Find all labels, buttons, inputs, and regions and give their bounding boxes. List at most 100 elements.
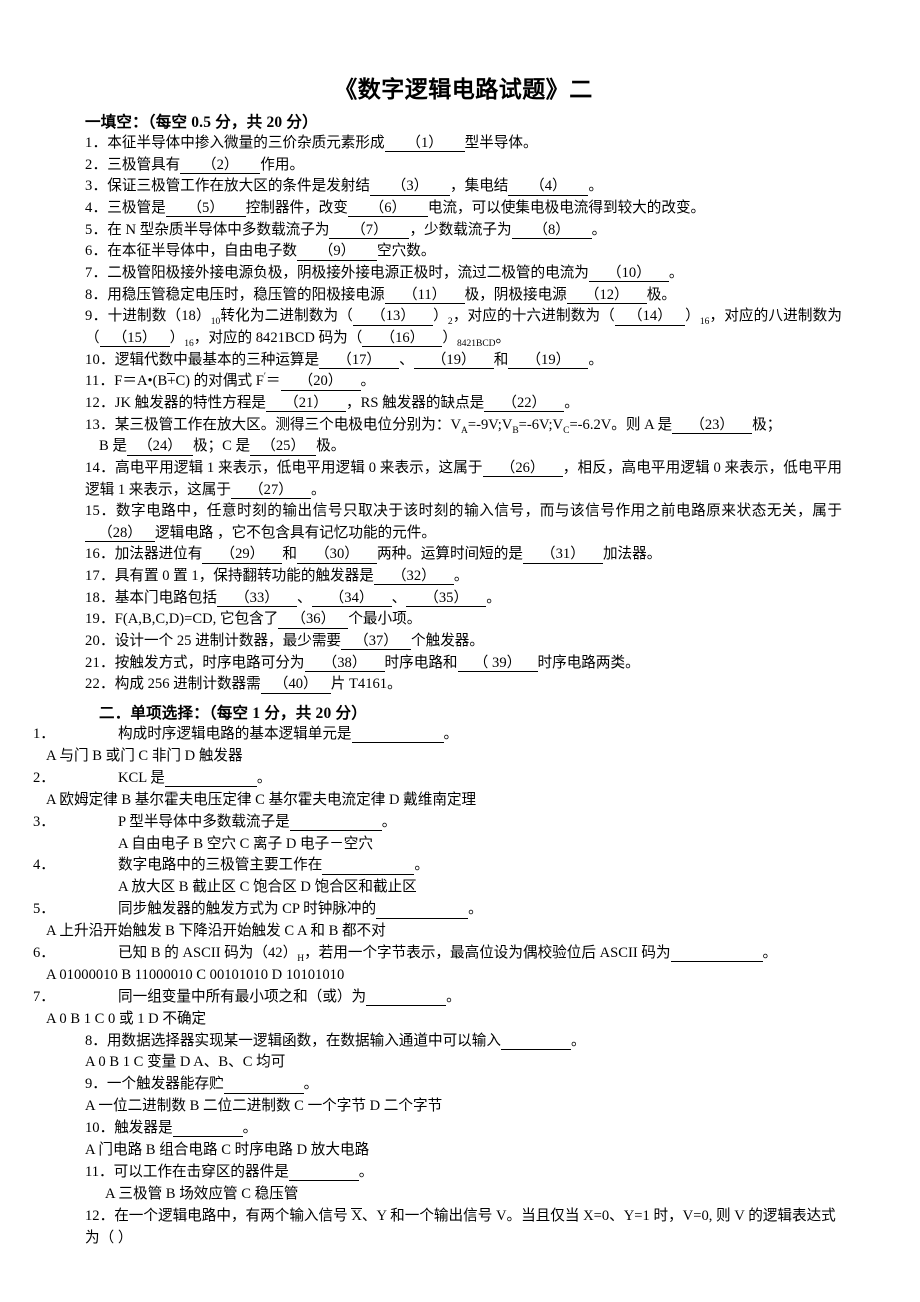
question-text: 设计一个 25 进制计数器，最少需要	[114, 633, 342, 650]
question-text: 构成 256 进制计数器需	[114, 676, 261, 693]
option-row[interactable]: A 一位二进制数 B 二位二进制数 C 一个字节 D 二个字节	[33, 1096, 842, 1118]
question-text: 基本门电路包括	[114, 589, 217, 606]
answer-blank[interactable]: （31）	[522, 547, 603, 564]
answer-blank[interactable]: （7）	[329, 222, 410, 239]
answer-blank[interactable]: （4）	[508, 178, 589, 196]
answer-blank[interactable]: （ 39）	[457, 655, 538, 673]
option-row[interactable]: A 0 B 1 C 0 或 1 D 不确定	[33, 1009, 842, 1031]
stem-text: P 型半导体中多数载流子是	[118, 813, 290, 830]
answer-blank[interactable]: （15）	[99, 330, 170, 348]
question-number: 4．	[85, 199, 108, 216]
answer-blank[interactable]: （28）	[85, 525, 155, 543]
answer-blank[interactable]: （36）	[278, 612, 349, 629]
question-number: 11．	[85, 373, 115, 390]
answer-blank[interactable]: （32）	[373, 568, 454, 586]
answer-blank[interactable]	[172, 1121, 243, 1138]
answer-blank[interactable]: （38）	[304, 655, 385, 673]
answer-blank[interactable]: （23）	[672, 417, 753, 434]
q13-t3: =-6V;V	[518, 416, 564, 433]
fill-question-transistor-potentials: 13．某三极管工作在放大区。测得三个电极电位分别为：VA=-9V;VB=-6V;…	[85, 415, 842, 437]
question-text-after: 。	[591, 221, 607, 238]
fill-question: 6．在本征半导体中，自由电子数 （9） 空穴数。	[85, 241, 842, 263]
answer-blank[interactable]: （17）	[319, 352, 400, 369]
option-row[interactable]: A 0 B 1 C 变量 D A、B、C 均可	[33, 1052, 842, 1074]
question-text: JK 触发器的特性方程是	[114, 394, 267, 411]
question-number: 16．	[85, 546, 115, 563]
q9-sub-bcd: 8421BCD	[456, 338, 496, 349]
va-subscript: A	[461, 425, 468, 436]
question-stem: 数字电路中的三极管主要工作在 。	[33, 855, 842, 877]
answer-blank[interactable]: （1）	[384, 135, 465, 153]
answer-blank[interactable]	[366, 990, 447, 1007]
option-row[interactable]: A 与门 B 或门 C 非门 D 触发器	[33, 746, 842, 768]
answer-blank[interactable]: （14）	[614, 308, 685, 326]
answer-blank[interactable]: （33）	[216, 590, 297, 608]
option-row[interactable]: A 上升沿开始触发 B 下降沿开始触发 C A 和 B 都不对	[33, 921, 842, 943]
overline-variable-x: X	[351, 1207, 362, 1224]
question-text-after: 加法器。	[602, 546, 662, 563]
question-text-mid2: 、	[391, 589, 407, 606]
option-row[interactable]: A 三极管 B 场效应管 C 稳压管	[33, 1184, 842, 1206]
answer-blank[interactable]: （8）	[511, 222, 592, 239]
answer-blank[interactable]: （21）	[266, 395, 347, 413]
option-row[interactable]: A 放大区 B 截止区 C 饱合区 D 饱合区和截止区	[33, 877, 842, 899]
answer-blank[interactable]: （35）	[406, 590, 487, 608]
answer-blank[interactable]	[164, 771, 257, 788]
answer-blank[interactable]: （29）	[202, 547, 283, 564]
answer-blank[interactable]: （2）	[180, 157, 261, 174]
q11-t3: ＝	[265, 373, 281, 390]
answer-blank[interactable]	[500, 1034, 571, 1050]
option-row[interactable]: A 门电路 B 组合电路 C 时序电路 D 放大电路	[33, 1140, 842, 1162]
answer-blank[interactable]: （13）	[353, 308, 434, 326]
answer-blank[interactable]	[322, 858, 415, 875]
fill-question: 10．逻辑代数中最基本的三种运算是 （17）、（19）和（19）。	[85, 350, 842, 372]
question-number: 1．	[33, 726, 55, 743]
answer-blank[interactable]: （37）	[341, 633, 412, 651]
stem-text-after: 。	[303, 1076, 319, 1093]
answer-blank[interactable]	[670, 946, 763, 963]
answer-blank[interactable]: （20）	[280, 373, 361, 391]
answer-blank[interactable]: （16）	[362, 330, 443, 348]
question-text: 逻辑代数中最基本的三种运算是	[114, 351, 320, 368]
q9-t4: ，对应的十六进制数为（	[452, 308, 615, 325]
question-text: 本征半导体中掺入微量的三价杂质元素形成	[107, 135, 385, 151]
answer-blank[interactable]: （3）	[370, 178, 450, 196]
answer-blank[interactable]: （19）	[508, 352, 589, 369]
answer-blank[interactable]: （30）	[296, 547, 377, 564]
question-text: 三极管是	[107, 199, 166, 216]
fill-question-dual-expression: 11．F＝A•(B+C) 的对偶式 F′＝ （20）。	[85, 371, 842, 393]
answer-blank[interactable]	[351, 727, 444, 744]
answer-blank[interactable]: （24）	[126, 438, 193, 456]
answer-blank[interactable]: （19）	[413, 352, 494, 369]
option-row[interactable]: A 欧姆定律 B 基尔霍夫电压定律 C 基尔霍夫电流定律 D 戴维南定理	[33, 790, 842, 812]
answer-blank[interactable]: （40）	[260, 677, 331, 694]
answer-blank[interactable]: （22）	[484, 395, 565, 413]
answer-blank[interactable]	[289, 815, 382, 831]
answer-blank[interactable]: （6）	[347, 200, 428, 218]
answer-blank[interactable]: （25）	[250, 438, 317, 456]
stem-text-mid: ，若用一个字节表示，最高位设为偶校验位后 ASCII 码为	[304, 944, 671, 961]
answer-blank[interactable]	[223, 1077, 304, 1094]
answer-blank[interactable]: （12）	[566, 287, 647, 304]
answer-blank[interactable]: （10）	[588, 265, 669, 283]
question-number: 3．	[85, 178, 108, 195]
answer-blank[interactable]	[376, 902, 469, 919]
answer-blank[interactable]: （5）	[165, 200, 246, 218]
mc-question: 8．用数据选择器实现某一逻辑函数，在数据输入通道中可以输入 。 A 0 B 1 …	[33, 1031, 842, 1075]
option-row[interactable]: A 自由电子 B 空穴 C 离子 D 电子－空穴	[33, 834, 842, 856]
answer-blank[interactable]: （11）	[384, 287, 465, 304]
question-number: 3．	[33, 813, 55, 830]
question-text-after: 作用。	[260, 156, 305, 173]
answer-blank[interactable]: （9）	[297, 243, 378, 261]
question-stem: 同一组变量中所有最小项之和（或）为 。	[33, 987, 842, 1009]
q9-sub-base16: 16	[699, 317, 710, 328]
stem-text-after: 。	[468, 901, 483, 918]
answer-blank[interactable]: （34）	[311, 590, 392, 608]
answer-blank[interactable]: （27）	[230, 482, 311, 499]
option-row[interactable]: A 01000010 B 11000010 C 00101010 D 10101…	[33, 965, 842, 987]
mc-question: 2． KCL 是 。 A 欧姆定律 B 基尔霍夫电压定律 C 基尔霍夫电流定律 …	[33, 768, 842, 812]
stem-text-after: 。	[256, 769, 272, 786]
question-stem: 同步触发器的触发方式为 CP 时钟脉冲的 。	[33, 899, 842, 921]
answer-blank[interactable]	[288, 1165, 359, 1182]
answer-blank[interactable]: （26）	[482, 460, 563, 478]
